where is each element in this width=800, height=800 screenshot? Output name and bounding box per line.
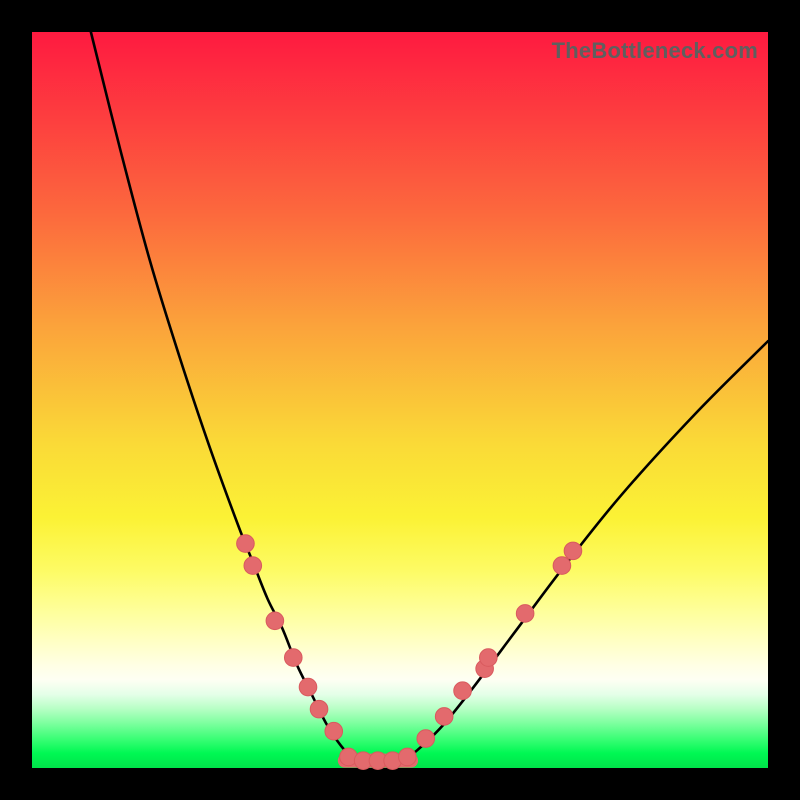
bottleneck-curve <box>91 32 768 761</box>
marker-left-2 <box>244 557 262 575</box>
marker-left-4 <box>284 649 302 667</box>
marker-right-5 <box>480 649 498 667</box>
marker-right-1 <box>417 730 435 748</box>
marker-right-3 <box>454 682 472 700</box>
marker-group <box>237 535 582 770</box>
plot-area: TheBottleneck.com <box>32 32 768 768</box>
chart-frame: TheBottleneck.com <box>0 0 800 800</box>
curve-layer <box>32 32 768 768</box>
marker-right-2 <box>435 708 453 726</box>
marker-floor-5 <box>399 748 417 766</box>
marker-right-8 <box>564 542 582 560</box>
marker-left-3 <box>266 612 284 630</box>
marker-left-6 <box>310 700 328 718</box>
marker-right-7 <box>553 557 571 575</box>
marker-left-5 <box>299 678 317 696</box>
marker-left-7 <box>325 722 343 740</box>
marker-right-6 <box>516 605 534 623</box>
marker-left-1 <box>237 535 255 553</box>
